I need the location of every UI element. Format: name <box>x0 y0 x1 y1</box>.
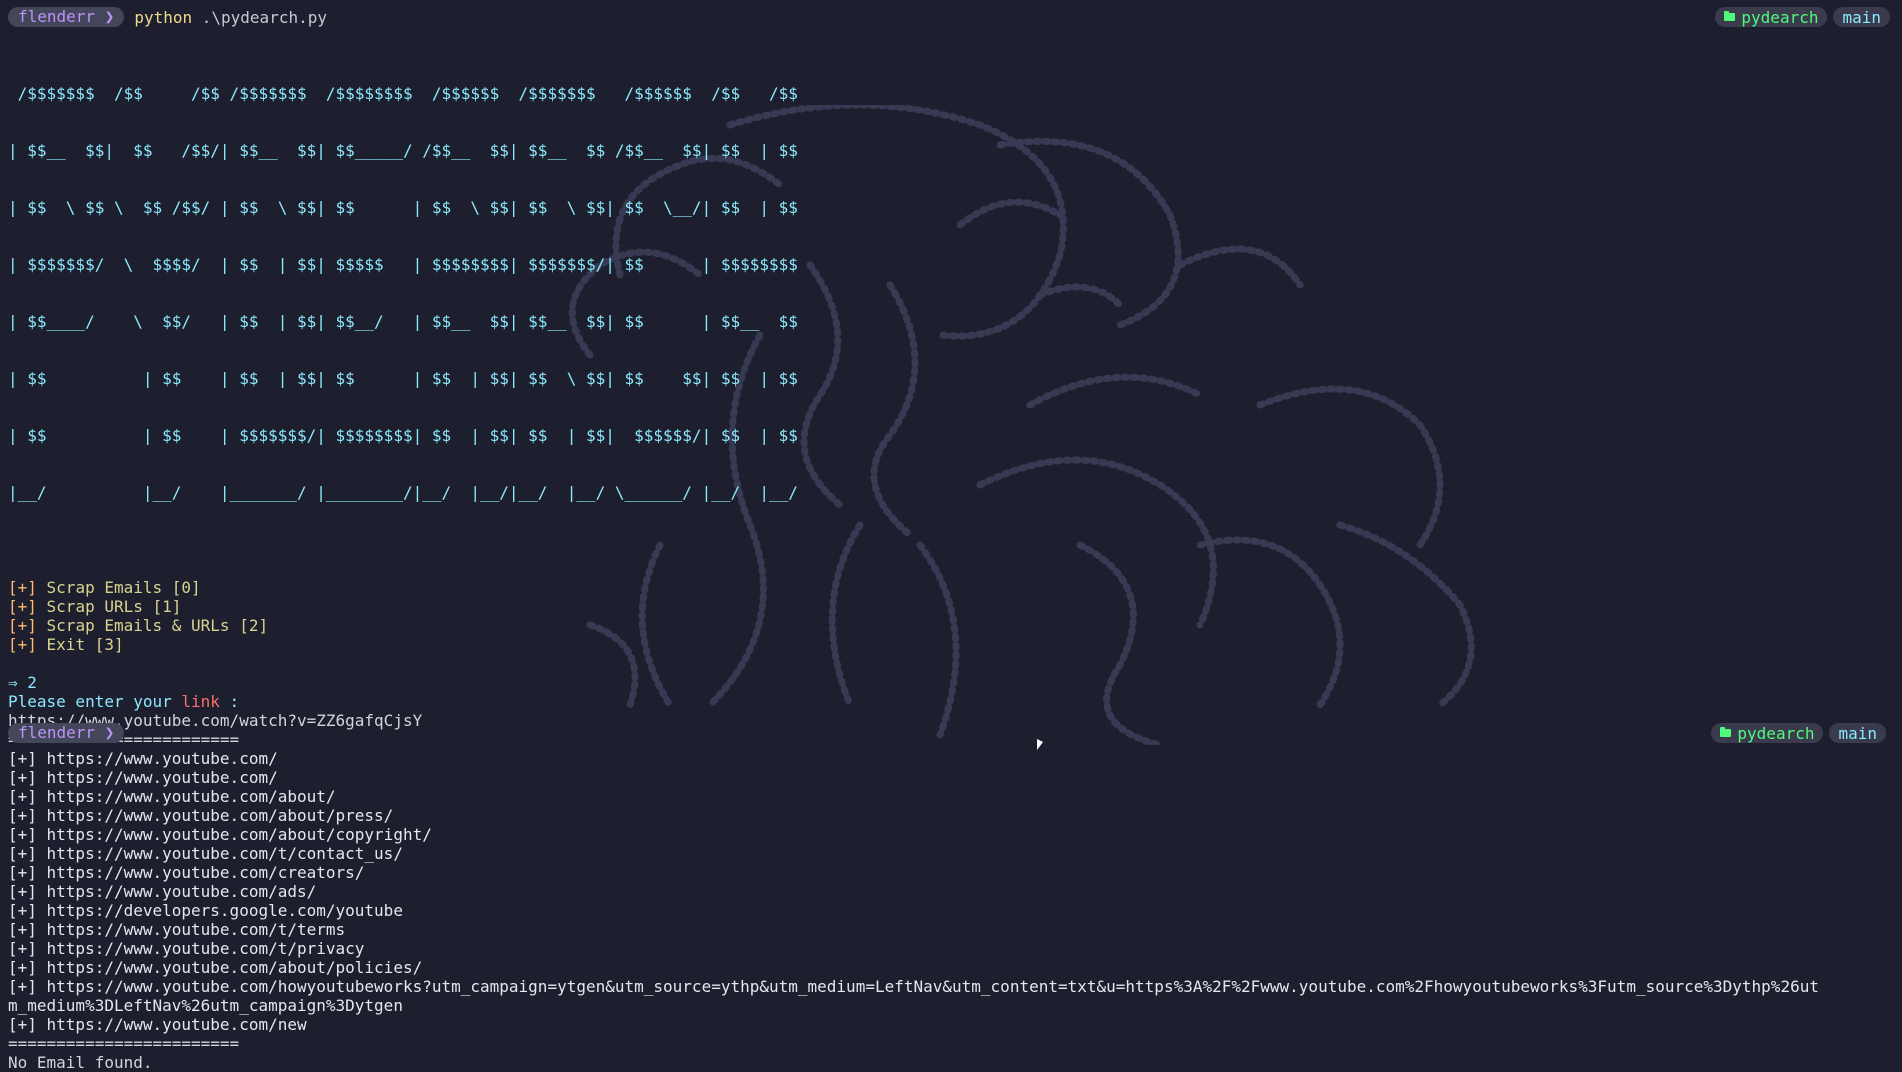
banner-line: | $$____/ \ $$/ | $$ | $$| $$__/ | $$__ … <box>8 312 798 331</box>
menu-item: [+] Scrap Emails [0] <box>8 578 201 597</box>
url-item: [+] https://www.youtube.com/about/ <box>8 787 336 806</box>
menu-item: [+] Exit [3] <box>8 635 124 654</box>
repo-name: pydearch <box>1737 723 1815 743</box>
input-choice: ⇒ 2 <box>8 673 37 692</box>
url-item: [+] https://www.youtube.com/ads/ <box>8 882 317 901</box>
url-item: [+] https://www.youtube.com/about/polici… <box>8 958 423 977</box>
menu-item: [+] Scrap URLs [1] <box>8 597 182 616</box>
git-status-bottom: pydearch main <box>1711 723 1886 743</box>
url-item: [+] https://www.youtube.com/creators/ <box>8 863 365 882</box>
mouse-pointer-icon <box>1037 739 1043 750</box>
result-message: No Email found. <box>8 1053 153 1072</box>
folder-icon <box>1720 727 1732 737</box>
url-item: [+] https://www.youtube.com/about/copyri… <box>8 825 432 844</box>
banner-line: | $$ | $$ | $$$$$$$/| $$$$$$$$| $$ | $$|… <box>8 426 798 445</box>
banner-line: | $$__ $$| $$ /$$/| $$__ $$| $$_____/ /$… <box>8 141 798 160</box>
menu-item: [+] Scrap Emails & URLs [2] <box>8 616 269 635</box>
repo-badge: pydearch <box>1711 723 1824 743</box>
git-status-top: pydearch main <box>1715 7 1890 27</box>
link-prompt: Please enter your link : <box>8 692 240 711</box>
prompt-user: flenderr ❯ <box>8 723 125 743</box>
repo-badge: pydearch <box>1715 7 1828 27</box>
prompt-line-bottom[interactable]: flenderr ❯ pydearch main <box>8 723 1894 745</box>
banner-line: | $$$$$$$/ \ $$$$/ | $$ | $$| $$$$$ | $$… <box>8 255 798 274</box>
prompt-line-top: flenderr ❯ python .\pydearch.py pydearch… <box>8 0 1898 34</box>
branch-badge: main <box>1829 723 1886 743</box>
folder-icon <box>1724 11 1736 21</box>
url-item: m_medium%3DLeftNav%26utm_campaign%3Dytge… <box>8 996 403 1015</box>
command-python: python <box>134 7 193 27</box>
banner-line: | $$ \ $$ \ $$ /$$/ | $$ \ $$| $$ | $$ \… <box>8 198 798 217</box>
url-item: [+] https://www.youtube.com/new <box>8 1015 307 1034</box>
url-item: [+] https://www.youtube.com/t/contact_us… <box>8 844 403 863</box>
repo-name: pydearch <box>1741 7 1819 27</box>
command-arg: .\pydearch.py <box>192 7 327 27</box>
url-item: [+] https://www.youtube.com/ <box>8 768 278 787</box>
command-text: python .\pydearch.py <box>134 8 327 27</box>
url-results-list: [+] https://www.youtube.com/ [+] https:/… <box>8 749 1898 1034</box>
option-menu: [+] Scrap Emails [0] [+] Scrap URLs [1] … <box>8 578 1898 654</box>
branch-badge: main <box>1833 7 1890 27</box>
url-item: [+] https://www.youtube.com/about/press/ <box>8 806 394 825</box>
url-item: [+] https://www.youtube.com/t/privacy <box>8 939 365 958</box>
url-item: [+] https://www.youtube.com/t/terms <box>8 920 346 939</box>
pydearch-ascii-banner: /$$$$$$$ /$$ /$$ /$$$$$$$ /$$$$$$$$ /$$$… <box>8 46 1898 540</box>
banner-line: | $$ | $$ | $$ | $$| $$ | $$ | $$| $$ \ … <box>8 369 798 388</box>
banner-line: /$$$$$$$ /$$ /$$ /$$$$$$$ /$$$$$$$$ /$$$… <box>8 84 798 103</box>
terminal-window[interactable]: flenderr ❯ python .\pydearch.py pydearch… <box>8 0 1898 1072</box>
url-item: [+] https://developers.google.com/youtub… <box>8 901 403 920</box>
prompt-user: flenderr ❯ <box>8 7 125 27</box>
url-item: [+] https://www.youtube.com/ <box>8 749 278 768</box>
separator: ======================== <box>8 1034 240 1053</box>
url-item: [+] https://www.youtube.com/howyoutubewo… <box>8 977 1819 996</box>
banner-line: |__/ |__/ |_______/ |________/|__/ |__/|… <box>8 483 798 502</box>
